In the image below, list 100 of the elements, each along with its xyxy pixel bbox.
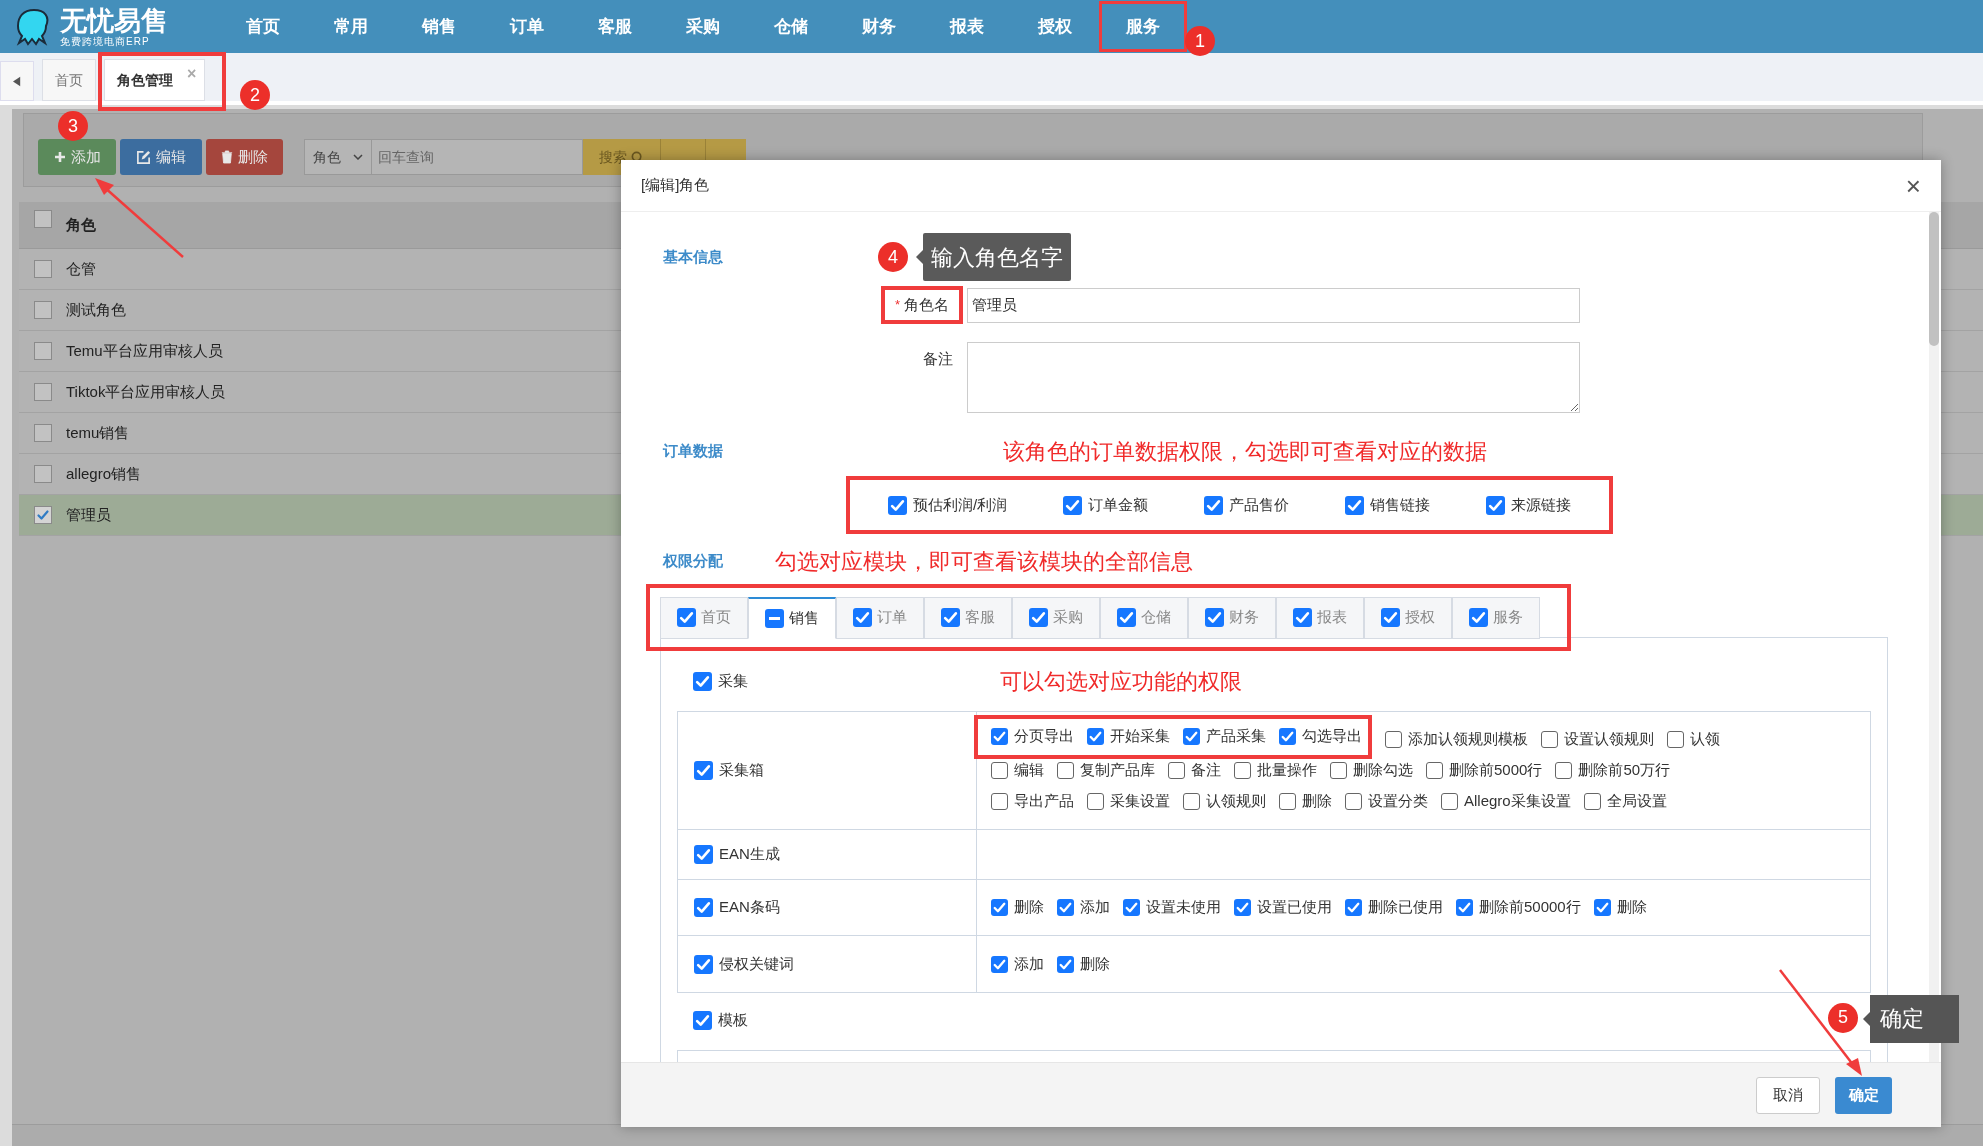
cancel-button[interactable]: 取消 bbox=[1756, 1076, 1820, 1114]
permission-tab[interactable]: 财务 bbox=[1188, 596, 1276, 639]
checkbox[interactable] bbox=[1330, 762, 1347, 779]
checkbox[interactable] bbox=[1485, 495, 1505, 515]
checkbox[interactable] bbox=[1183, 728, 1200, 745]
permission-tab[interactable]: 授权 bbox=[1364, 596, 1452, 639]
checkbox[interactable] bbox=[33, 260, 52, 278]
checkbox[interactable] bbox=[1057, 899, 1074, 916]
nav-item[interactable]: 仓储 bbox=[747, 1, 835, 52]
nav-item[interactable]: 财务 bbox=[835, 1, 923, 52]
checkbox[interactable] bbox=[33, 506, 52, 524]
checkbox[interactable] bbox=[1381, 608, 1400, 627]
checkbox[interactable] bbox=[991, 955, 1008, 973]
checkbox[interactable] bbox=[1593, 899, 1611, 916]
permission-tab[interactable]: 销售 bbox=[748, 596, 836, 639]
permission-tab[interactable]: 客服 bbox=[924, 596, 1012, 639]
delete-button[interactable]: 删除 bbox=[206, 139, 283, 175]
checkbox[interactable] bbox=[694, 898, 713, 917]
checkbox[interactable] bbox=[677, 608, 696, 627]
checkbox[interactable] bbox=[1667, 731, 1684, 748]
checkbox[interactable] bbox=[1541, 731, 1558, 748]
checkbox[interactable] bbox=[1293, 608, 1312, 627]
checkbox[interactable] bbox=[991, 728, 1008, 745]
checkbox[interactable] bbox=[694, 845, 713, 864]
nav-item[interactable]: 销售 bbox=[395, 1, 483, 52]
permission-tab[interactable]: 服务 bbox=[1452, 596, 1540, 639]
checkbox[interactable] bbox=[1057, 762, 1074, 779]
checkbox[interactable] bbox=[33, 210, 52, 228]
input-field[interactable]: 管理员 bbox=[967, 287, 1580, 323]
checkbox[interactable] bbox=[1205, 608, 1224, 627]
checkbox[interactable] bbox=[33, 424, 52, 442]
nav-item[interactable]: 常用 bbox=[307, 1, 395, 52]
checkbox[interactable] bbox=[1426, 762, 1443, 779]
checkbox-label: 删除 bbox=[1080, 953, 1110, 974]
checkbox[interactable] bbox=[1469, 608, 1488, 627]
checkbox[interactable] bbox=[33, 342, 52, 360]
checkbox-label: 侵权关键词 bbox=[719, 953, 794, 974]
checkbox[interactable] bbox=[887, 495, 907, 515]
nav-item[interactable]: 客服 bbox=[571, 1, 659, 52]
checkbox[interactable] bbox=[1123, 899, 1140, 916]
checkbox[interactable] bbox=[1279, 793, 1296, 810]
checkbox[interactable] bbox=[991, 793, 1008, 810]
checkbox[interactable] bbox=[1441, 793, 1458, 810]
nav-item[interactable]: 报表 bbox=[923, 1, 1011, 52]
permission-tab[interactable]: 订单 bbox=[836, 596, 924, 639]
checkbox[interactable] bbox=[1063, 495, 1083, 515]
nav-item[interactable]: 服务 bbox=[1099, 1, 1187, 52]
checkbox[interactable] bbox=[694, 954, 713, 974]
checkbox[interactable] bbox=[1057, 955, 1074, 973]
back-button[interactable] bbox=[0, 61, 34, 101]
edit-button[interactable]: 编辑 bbox=[120, 139, 202, 175]
checkbox[interactable] bbox=[853, 608, 872, 627]
checkbox[interactable] bbox=[1087, 728, 1104, 745]
checkbox[interactable] bbox=[991, 762, 1008, 779]
checkbox[interactable] bbox=[693, 1010, 712, 1030]
checkbox[interactable] bbox=[33, 383, 52, 401]
page-tab[interactable]: 角色管理 × bbox=[104, 59, 206, 101]
checkbox[interactable] bbox=[1117, 608, 1136, 627]
remark-field[interactable] bbox=[967, 342, 1580, 413]
chevron-down-icon bbox=[353, 154, 363, 160]
checkbox[interactable] bbox=[941, 608, 960, 627]
checkbox[interactable] bbox=[765, 608, 784, 628]
nav-item[interactable]: 采购 bbox=[659, 1, 747, 52]
page-tab[interactable]: 首页 bbox=[42, 59, 96, 101]
permission-tab[interactable]: 首页 bbox=[660, 596, 748, 639]
close-icon[interactable]: × bbox=[187, 62, 197, 86]
permission-tab[interactable]: 仓储 bbox=[1100, 596, 1188, 639]
add-button[interactable]: 添加 bbox=[38, 139, 116, 175]
checkbox[interactable] bbox=[693, 671, 712, 691]
select-field[interactable]: 角色 bbox=[304, 139, 372, 175]
nav-item[interactable]: 首页 bbox=[219, 1, 307, 52]
checkbox-label: 添加 bbox=[1014, 953, 1044, 974]
checkbox[interactable] bbox=[1168, 762, 1185, 779]
checkbox[interactable] bbox=[1583, 793, 1601, 810]
checkbox[interactable] bbox=[33, 465, 52, 483]
checkbox[interactable] bbox=[1234, 899, 1251, 916]
checkbox[interactable] bbox=[1456, 899, 1473, 916]
annotation-text: 勾选对应模块，即可查看该模块的全部信息 bbox=[775, 547, 1193, 576]
nav-item[interactable]: 订单 bbox=[483, 1, 571, 52]
checkbox[interactable] bbox=[1279, 728, 1296, 745]
checkbox[interactable] bbox=[991, 899, 1008, 916]
permission-tab[interactable]: 采购 bbox=[1012, 596, 1100, 639]
checkbox[interactable] bbox=[1345, 899, 1362, 916]
checkbox[interactable] bbox=[1204, 495, 1224, 515]
checkbox[interactable] bbox=[1029, 608, 1048, 627]
search-field[interactable]: 回车查询 bbox=[372, 139, 583, 175]
close-button[interactable]: × bbox=[1905, 172, 1921, 199]
checkbox[interactable] bbox=[1234, 762, 1251, 779]
checkbox[interactable] bbox=[694, 761, 713, 780]
checkbox[interactable] bbox=[1385, 731, 1402, 748]
scrollbar-thumb[interactable] bbox=[1929, 212, 1939, 346]
checkbox[interactable] bbox=[1345, 495, 1364, 515]
checkbox[interactable] bbox=[1087, 793, 1104, 810]
checkbox[interactable] bbox=[1183, 793, 1200, 810]
nav-item[interactable]: 授权 bbox=[1011, 1, 1099, 52]
checkbox[interactable] bbox=[33, 301, 52, 319]
permission-tab[interactable]: 报表 bbox=[1276, 596, 1364, 639]
confirm-button[interactable]: 确定 bbox=[1835, 1076, 1892, 1114]
checkbox[interactable] bbox=[1555, 762, 1573, 779]
checkbox[interactable] bbox=[1345, 793, 1362, 810]
